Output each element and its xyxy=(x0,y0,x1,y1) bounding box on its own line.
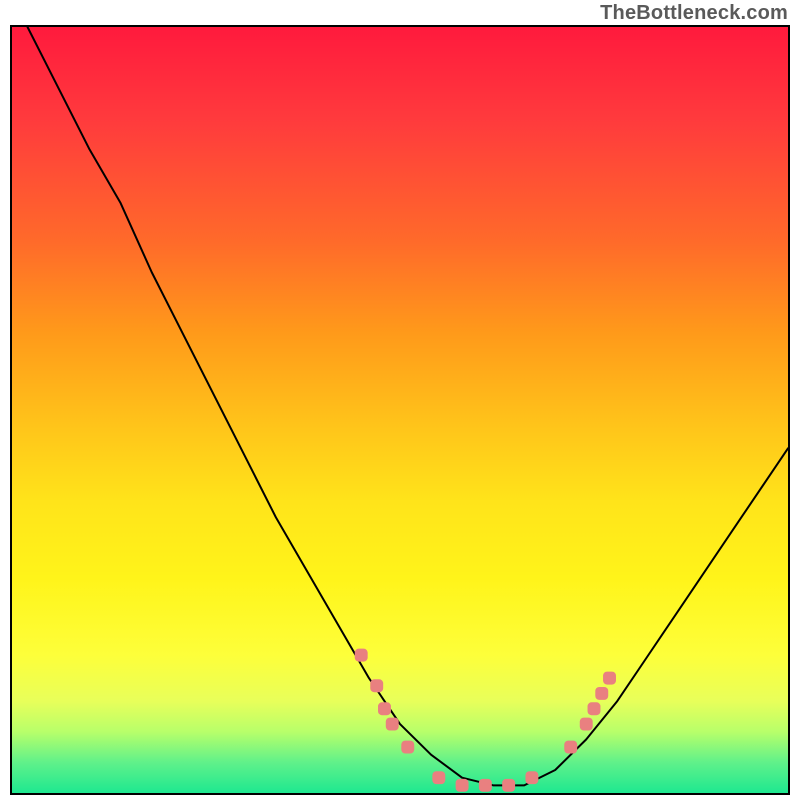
chart-container: TheBottleneck.com xyxy=(0,0,800,800)
marker-point xyxy=(355,649,368,662)
bottleneck-curve-line xyxy=(28,27,788,785)
marker-point xyxy=(595,687,608,700)
marker-point xyxy=(479,779,492,792)
marker-point xyxy=(456,779,469,792)
sweet-spot-markers xyxy=(355,649,616,792)
watermark-text: TheBottleneck.com xyxy=(600,2,788,25)
marker-point xyxy=(603,672,616,685)
curve-svg xyxy=(12,27,788,793)
marker-point xyxy=(580,718,593,731)
marker-point xyxy=(525,771,538,784)
marker-point xyxy=(386,718,399,731)
marker-point xyxy=(564,741,577,754)
marker-point xyxy=(588,702,601,715)
plot-area xyxy=(10,25,790,795)
marker-point xyxy=(502,779,515,792)
marker-point xyxy=(370,679,383,692)
marker-point xyxy=(432,771,445,784)
marker-point xyxy=(401,741,414,754)
marker-point xyxy=(378,702,391,715)
